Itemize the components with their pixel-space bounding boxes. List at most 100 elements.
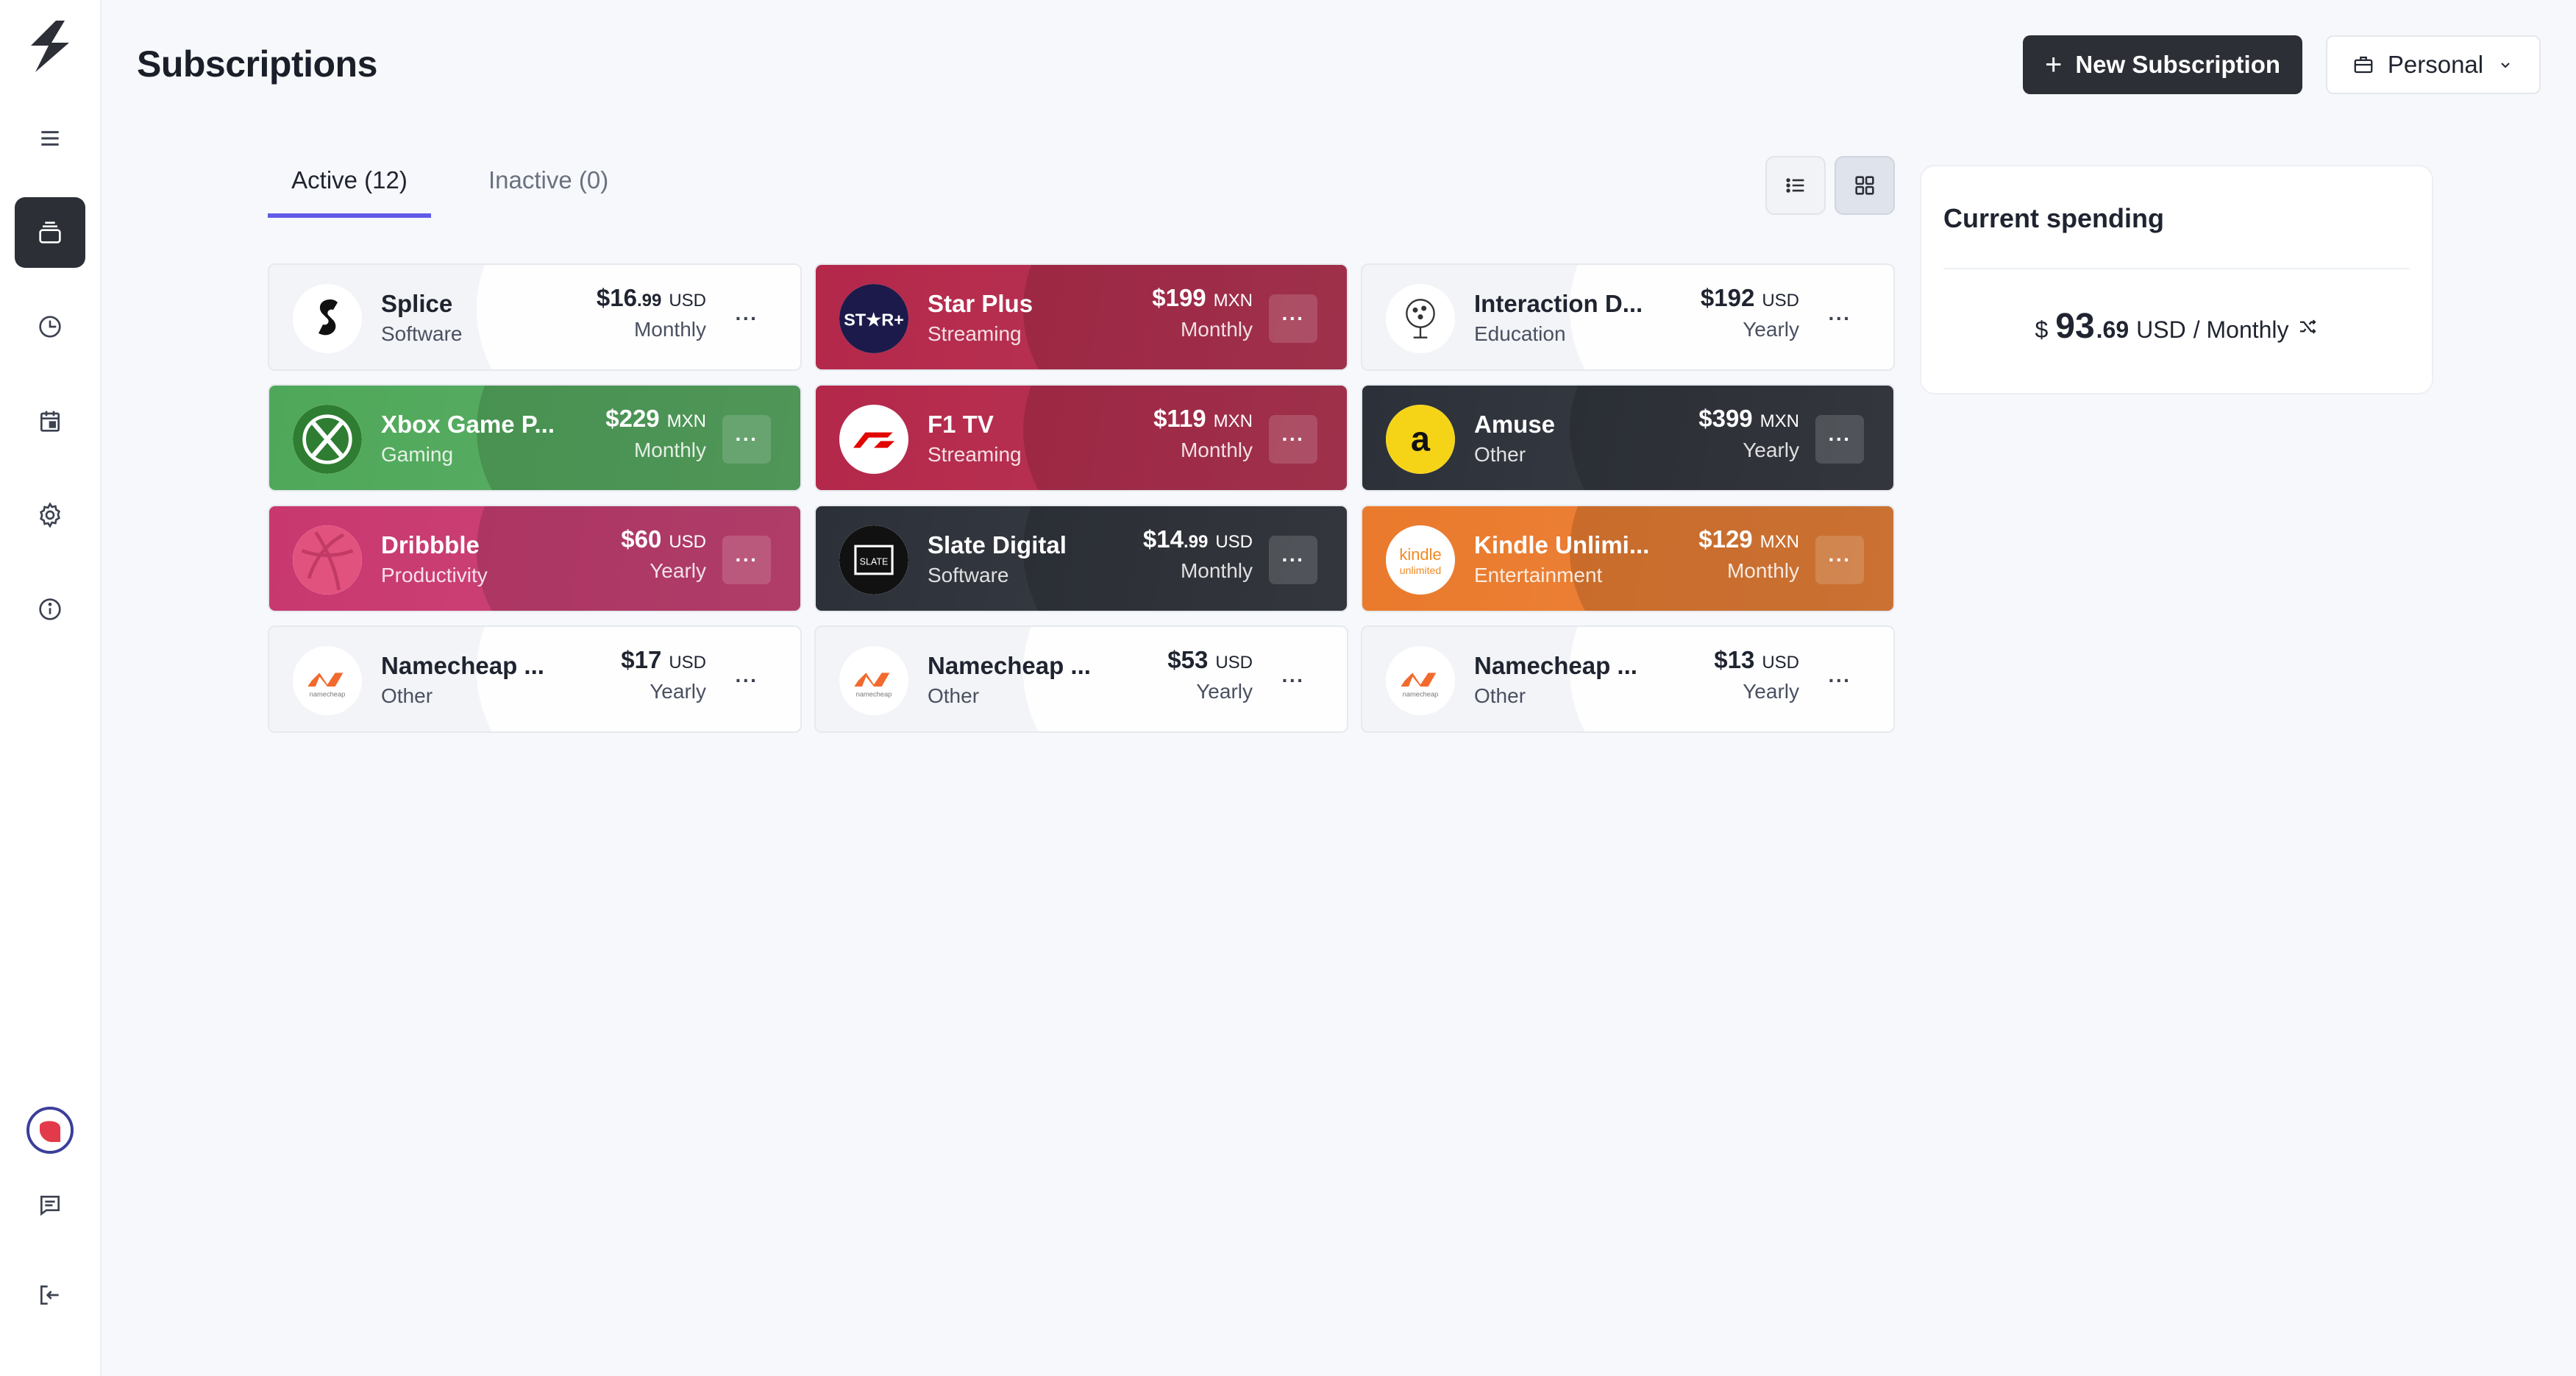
- price-currency: MXN: [1760, 411, 1799, 431]
- menu-icon[interactable]: [15, 103, 85, 174]
- price-value: $229: [605, 405, 660, 432]
- service-logo: [839, 405, 908, 474]
- subscription-card[interactable]: Xbox Game P... Gaming $229 MXN Monthly ···: [268, 384, 802, 492]
- service-logo: a: [1386, 405, 1455, 474]
- new-subscription-button[interactable]: + New Subscription: [2023, 35, 2302, 94]
- more-options-button[interactable]: ···: [722, 294, 771, 343]
- price-currency: USD: [1215, 653, 1253, 673]
- more-options-button[interactable]: ···: [1269, 415, 1317, 464]
- price-value: $399: [1698, 405, 1753, 432]
- subscription-price: $60 USD: [621, 525, 706, 553]
- current-spending-panel: Current spending $ 93 .69 USD / Monthly: [1920, 165, 2433, 394]
- more-options-button[interactable]: ···: [1815, 294, 1864, 343]
- more-options-button[interactable]: ···: [1815, 656, 1864, 705]
- page-title: Subscriptions: [137, 43, 377, 85]
- subscription-card[interactable]: ST★R+ Star Plus Streaming $199 MXN Monthly ···: [814, 263, 1348, 371]
- app-logo[interactable]: [26, 21, 74, 82]
- subscription-name: Namecheap ...: [928, 652, 1091, 679]
- tab-active[interactable]: Active (12): [268, 166, 431, 218]
- more-options-button[interactable]: ···: [722, 415, 771, 464]
- new-subscription-label: New Subscription: [2075, 51, 2281, 78]
- divider: [1943, 268, 2410, 269]
- gear-icon[interactable]: [15, 480, 85, 550]
- subscription-period: Monthly: [1180, 559, 1253, 582]
- grid-view-button[interactable]: [1835, 156, 1895, 215]
- price-currency: MXN: [1213, 411, 1253, 431]
- info-icon[interactable]: [15, 574, 85, 645]
- subscription-card[interactable]: F1 TV Streaming $119 MXN Monthly ···: [814, 384, 1348, 492]
- price-value: $119: [1153, 405, 1206, 432]
- subscription-card[interactable]: SLATE Slate Digital Software $14.99 USD Month…: [814, 505, 1348, 612]
- subscription-category: Other: [1474, 684, 1526, 707]
- price-value: $53: [1167, 646, 1209, 673]
- more-options-button[interactable]: ···: [1815, 536, 1864, 584]
- service-logo: namecheap: [293, 646, 362, 715]
- spending-value: 93: [2055, 307, 2095, 346]
- workspace-select[interactable]: Personal: [2326, 35, 2541, 94]
- subscription-category: Other: [1474, 443, 1526, 466]
- subscription-name: Amuse: [1474, 411, 1556, 438]
- calendar-icon[interactable]: [15, 386, 85, 456]
- service-logo: [293, 525, 362, 595]
- subscription-card[interactable]: Splice Software $16.99 USD Monthly ···: [268, 263, 802, 371]
- subscription-price: $53 USD: [1167, 646, 1253, 674]
- svg-text:namecheap: namecheap: [310, 690, 346, 698]
- more-options-button[interactable]: ···: [1269, 536, 1317, 584]
- price-currency: MXN: [1760, 532, 1799, 552]
- svg-text:namecheap: namecheap: [856, 690, 892, 698]
- shuffle-icon[interactable]: [2296, 316, 2319, 338]
- more-options-button[interactable]: ···: [1269, 294, 1317, 343]
- plus-icon: +: [2044, 49, 2063, 81]
- subscription-period: Monthly: [1180, 439, 1253, 461]
- subscription-price: $192 USD: [1701, 284, 1799, 312]
- svg-text:namecheap: namecheap: [1403, 690, 1439, 698]
- more-options-button[interactable]: ···: [722, 536, 771, 584]
- price-currency: MXN: [1213, 291, 1253, 311]
- more-options-button[interactable]: ···: [722, 656, 771, 705]
- subscription-price: $229 MXN: [605, 405, 706, 433]
- tab-inactive[interactable]: Inactive (0): [488, 166, 608, 218]
- subscription-category: Other: [381, 684, 433, 707]
- subscription-card[interactable]: a Amuse Other $399 MXN Yearly ···: [1361, 384, 1895, 492]
- price-value: $60: [621, 525, 662, 553]
- spending-symbol: $: [2035, 316, 2049, 343]
- list-view-button[interactable]: [1765, 156, 1826, 215]
- service-logo: [1386, 284, 1455, 353]
- price-currency: USD: [669, 653, 706, 673]
- subscription-card[interactable]: Interaction D... Education $192 USD Yearly ··…: [1361, 263, 1895, 371]
- subscription-period: Yearly: [1743, 318, 1799, 341]
- subscription-category: Education: [1474, 322, 1566, 345]
- subscription-category: Streaming: [928, 443, 1022, 466]
- svg-text:kindle: kindle: [1399, 545, 1441, 564]
- briefcase-icon: [2354, 56, 2373, 74]
- logout-icon[interactable]: [15, 1260, 85, 1330]
- subscription-period: Monthly: [1180, 318, 1253, 341]
- feedback-icon[interactable]: [15, 1170, 85, 1241]
- chevron-down-icon: [2501, 63, 2510, 68]
- subscription-period: Yearly: [650, 559, 706, 582]
- avatar[interactable]: [26, 1107, 74, 1154]
- subscription-name: Star Plus: [928, 290, 1033, 317]
- grid-icon: [1855, 176, 1874, 195]
- spending-amount: $ 93 .69 USD / Monthly: [1921, 306, 2432, 347]
- price-currency: USD: [669, 291, 706, 311]
- clock-icon[interactable]: [15, 291, 85, 362]
- subscription-period: Yearly: [1743, 680, 1799, 703]
- subscription-card[interactable]: Dribbble Productivity $60 USD Yearly ···: [268, 505, 802, 612]
- subscription-card[interactable]: namecheap Namecheap ... Other $53 USD Yearly ·…: [814, 625, 1348, 733]
- svg-text:a: a: [1411, 419, 1431, 458]
- subscriptions-nav-button[interactable]: [15, 197, 85, 268]
- subscription-card[interactable]: kindle unlimited Kindle Unlimi... Entertain…: [1361, 505, 1895, 612]
- price-value: $16: [596, 284, 637, 311]
- subscription-price: $14.99 USD: [1143, 525, 1253, 553]
- spending-cents: .69: [2096, 316, 2130, 343]
- service-logo: kindle unlimited: [1386, 525, 1455, 595]
- subscription-name: Kindle Unlimi...: [1474, 531, 1650, 558]
- subscription-card[interactable]: namecheap Namecheap ... Other $13 USD Yearly ·…: [1361, 625, 1895, 733]
- more-options-button[interactable]: ···: [1269, 656, 1317, 705]
- more-options-button[interactable]: ···: [1815, 415, 1864, 464]
- subscription-period: Monthly: [633, 318, 706, 341]
- subscription-price: $119 MXN: [1153, 405, 1253, 433]
- subscription-name: Xbox Game P...: [381, 411, 555, 438]
- subscription-card[interactable]: namecheap Namecheap ... Other $17 USD Yearly ·…: [268, 625, 802, 733]
